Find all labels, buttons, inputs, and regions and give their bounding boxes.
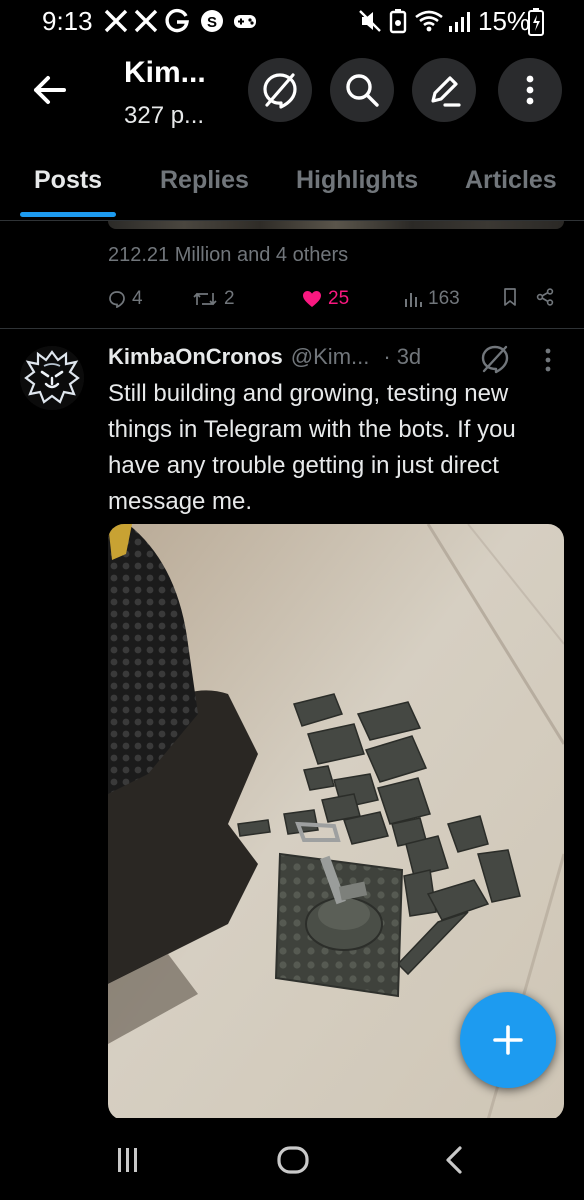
home-icon (277, 1146, 309, 1174)
nav-back-button[interactable] (440, 1144, 470, 1176)
previous-post-media[interactable] (108, 221, 564, 229)
author-handle[interactable]: @Kim... (291, 344, 370, 370)
edit-profile-button[interactable] (412, 58, 476, 122)
repost-icon (193, 292, 217, 306)
battery-percentage: 15% (478, 6, 531, 36)
status-time: 9:13 (42, 6, 93, 36)
reply-count: 4 (132, 288, 143, 309)
hide-replies-button[interactable] (248, 58, 312, 122)
more-options-button[interactable] (498, 58, 562, 122)
compose-button[interactable] (460, 992, 556, 1088)
s-app-icon: S (200, 8, 224, 34)
post-time[interactable]: 3d (397, 344, 421, 370)
author-name[interactable]: KimbaOnCronos (108, 344, 283, 370)
active-tab-indicator (20, 212, 116, 217)
repost-count: 2 (224, 288, 235, 309)
views-chart-icon (405, 293, 422, 307)
wifi-icon (414, 8, 444, 34)
post-more-button[interactable] (536, 346, 560, 374)
battery-saver-icon (388, 8, 408, 34)
home-button[interactable] (276, 1144, 310, 1176)
profile-post-count: 327 p... (124, 102, 205, 129)
share-icon (536, 288, 554, 306)
edit-icon (431, 76, 461, 107)
battery-icon (528, 8, 544, 36)
hide-replies-icon (481, 345, 509, 374)
svg-text:S: S (207, 14, 217, 31)
avatar[interactable] (20, 346, 84, 410)
google-icon (164, 8, 190, 34)
hide-replies-icon (263, 73, 297, 109)
mute-icon (358, 8, 382, 34)
post-header: KimbaOnCronos @Kim... · 3d (108, 344, 421, 370)
previous-post-reactions[interactable]: 212.21 Million and 4 others (108, 244, 348, 267)
recents-button[interactable] (112, 1144, 144, 1176)
signal-icon (448, 8, 472, 34)
like-button[interactable]: 25 (302, 288, 349, 310)
back-button[interactable] (22, 62, 78, 118)
game-controller-icon (232, 8, 258, 34)
views-button[interactable]: 163 (404, 288, 460, 310)
back-icon (446, 1146, 462, 1174)
arrow-left-icon (34, 76, 66, 104)
post-divider (0, 328, 584, 329)
system-nav-bar (0, 1118, 584, 1200)
tab-articles[interactable]: Articles (465, 166, 557, 195)
hide-replies-indicator[interactable] (480, 344, 510, 374)
lion-logo-icon (20, 346, 84, 410)
more-vertical-icon (545, 348, 551, 372)
reply-button[interactable]: 4 (108, 288, 143, 310)
more-vertical-icon (526, 75, 534, 105)
separator-dot: · (383, 344, 391, 369)
profile-name: Kim... (124, 56, 206, 89)
bookmark-button[interactable] (502, 288, 518, 306)
bookmark-icon (504, 288, 516, 306)
tab-replies[interactable]: Replies (160, 166, 249, 195)
repost-button[interactable]: 2 (192, 288, 235, 310)
search-button[interactable] (330, 58, 394, 122)
tab-posts[interactable]: Posts (34, 166, 102, 195)
reply-icon (109, 291, 125, 308)
share-button[interactable] (536, 288, 554, 306)
heart-filled-icon (303, 291, 321, 307)
search-icon (346, 74, 379, 107)
x-logo-icon (134, 8, 158, 34)
tab-highlights[interactable]: Highlights (296, 166, 418, 195)
status-bar: 9:13 S 15% (0, 0, 584, 44)
recents-icon (118, 1148, 137, 1172)
view-count: 163 (428, 288, 460, 309)
like-count: 25 (328, 288, 350, 309)
x-logo-icon (104, 8, 128, 34)
post-text: Still building and growing, testing new … (108, 380, 516, 515)
plus-icon (493, 1025, 523, 1055)
